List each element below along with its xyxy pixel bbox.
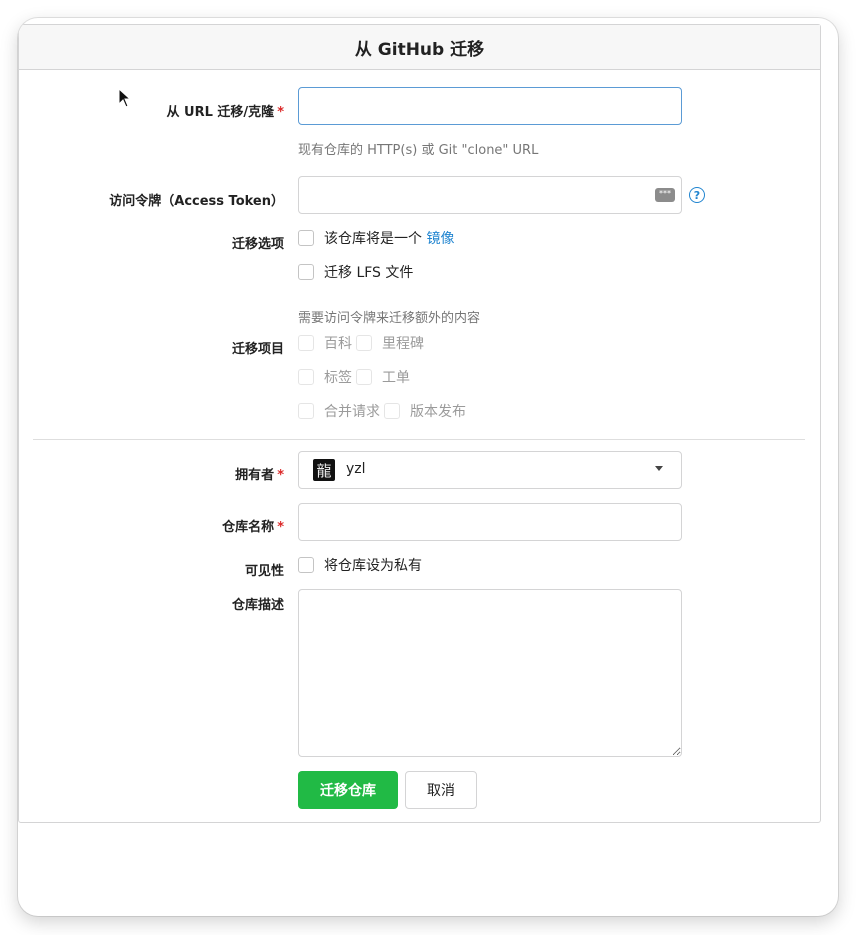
required-marker: * (277, 468, 284, 483)
migrate-repo-button[interactable]: 迁移仓库 (298, 771, 398, 809)
password-manager-icon[interactable]: *** (655, 188, 675, 202)
page-title: 从 GitHub 迁移 (19, 25, 820, 70)
pull-requests-checkbox[interactable] (298, 403, 314, 419)
issues-checkbox[interactable] (356, 369, 372, 385)
private-checkbox-label[interactable]: 将仓库设为私有 (324, 555, 422, 575)
mirror-text: 该仓库将是一个 (324, 231, 422, 247)
releases-checkbox[interactable] (384, 403, 400, 419)
migrate-items-label: 迁移项目 (231, 342, 284, 357)
owner-selected-value: yzl (346, 461, 366, 477)
repo-name-input[interactable] (298, 503, 682, 541)
clone-url-label: 从 URL 迁移/克隆 * (167, 101, 284, 120)
access-token-label: 访问令牌（Access Token） (109, 194, 284, 209)
clone-url-input[interactable] (298, 87, 682, 125)
owner-dropdown[interactable]: 龍 yzl (298, 451, 682, 489)
lfs-checkbox-label[interactable]: 迁移 LFS 文件 (324, 262, 413, 282)
clone-url-label-text: 从 URL 迁移/克隆 (166, 105, 275, 120)
migrate-items-hint: 需要访问令牌来迁移额外的内容 (298, 311, 481, 326)
required-marker: * (277, 105, 284, 120)
wiki-checkbox-label: 百科 (324, 336, 352, 352)
repo-name-label-text: 仓库名称 (222, 520, 275, 535)
owner-label: 拥有者 * (235, 464, 284, 483)
mirror-checkbox-label[interactable]: 该仓库将是一个 镜像 (324, 228, 454, 248)
migrate-form-card: 从 GitHub 迁移 从 URL 迁移/克隆 * 现有仓库的 HTTP(s) 或… (18, 24, 821, 823)
pull-requests-checkbox-label: 合并请求 (324, 404, 380, 420)
migrate-options-label: 迁移选项 (231, 237, 284, 252)
repo-name-label: 仓库名称 * (222, 516, 284, 535)
description-textarea[interactable] (298, 589, 682, 757)
milestones-checkbox-label: 里程碑 (382, 336, 424, 352)
help-question-icon[interactable]: ? (689, 187, 705, 203)
mirror-link[interactable]: 镜像 (426, 231, 454, 247)
labels-checkbox[interactable] (298, 369, 314, 385)
mouse-cursor-icon (118, 88, 132, 108)
description-label: 仓库描述 (231, 598, 284, 613)
access-token-input[interactable]: *** (298, 176, 682, 214)
page-title-text: 从 GitHub 迁移 (354, 39, 485, 60)
dropdown-caret-icon (655, 466, 663, 471)
lfs-checkbox[interactable] (298, 264, 314, 280)
owner-label-text: 拥有者 (235, 468, 275, 483)
visibility-label: 可见性 (244, 564, 284, 579)
milestones-checkbox[interactable] (356, 335, 372, 351)
required-marker: * (277, 520, 284, 535)
cancel-button[interactable]: 取消 (405, 771, 477, 809)
browser-window: 从 GitHub 迁移 从 URL 迁移/克隆 * 现有仓库的 HTTP(s) 或… (18, 18, 838, 916)
clone-url-help: 现有仓库的 HTTP(s) 或 Git "clone" URL (298, 143, 539, 158)
section-divider (33, 439, 805, 440)
releases-checkbox-label: 版本发布 (410, 404, 466, 420)
labels-checkbox-label: 标签 (324, 370, 352, 386)
mirror-checkbox[interactable] (298, 230, 314, 246)
issues-checkbox-label: 工单 (382, 370, 410, 386)
avatar: 龍 (313, 459, 335, 481)
private-checkbox[interactable] (298, 557, 314, 573)
wiki-checkbox[interactable] (298, 335, 314, 351)
